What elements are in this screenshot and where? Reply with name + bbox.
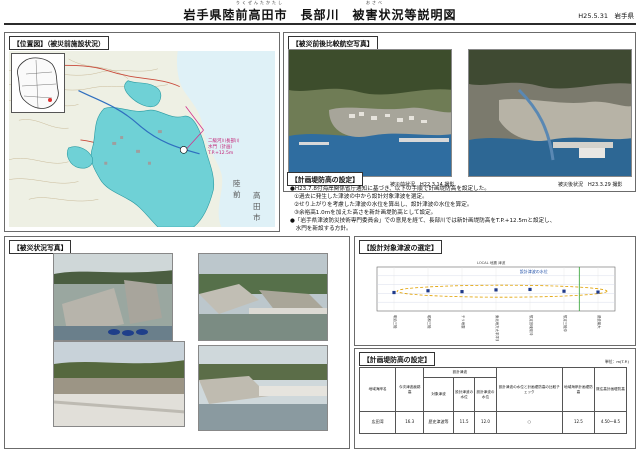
damage-photo-4: [198, 345, 328, 431]
setting-line-5: ●「岩手県津波防災技術専門委員会」での意見を経て、長部川では新計画堤防高をT.P…: [290, 218, 556, 224]
gate-callout-line-2: 水門（計画）: [208, 144, 235, 150]
setting-line-3: ②せり上がりを考慮した津波の水位を算出し、設計津波の水位を算定。: [294, 202, 473, 208]
th-design-level-b: 設計津波の水位: [474, 377, 497, 412]
setting-panel: 【計画堤防高の設定】 ●H23.7.8付海岸関係省庁通知に基づき、以下の手順で計…: [283, 172, 636, 232]
chart-legend-label: 設計津波の水位: [520, 268, 548, 274]
setting-line-1: ●H23.7.8付海岸関係省庁通知に基づき、以下の手順で計画堤防高を設定した。: [290, 186, 490, 192]
dike-height-table: 地域海岸名 今次津波痕跡高 設計津波 設計津波の水位と計画堤防高の比較チェック …: [358, 367, 628, 434]
city-char-3: 高: [253, 191, 261, 200]
cell-level-a: 11.5: [452, 411, 476, 434]
chart-point: [426, 289, 430, 293]
city-char-4: 田: [253, 201, 261, 211]
th-plan-height: 地域海岸計画堤防高: [561, 367, 595, 412]
gate-callout-line-3: T.P.+12.5m: [208, 150, 234, 156]
prefecture-inset-map: [11, 53, 65, 113]
chart-category-label: 想定宮城県沖: [529, 315, 534, 336]
damage-photo-heading: 【被災状況写真】: [9, 240, 72, 254]
ruby-rikuzentakata: りくぜんたかたし: [236, 0, 284, 5]
th-region: 地域海岸名: [358, 367, 397, 412]
tsunami-chart-svg: 設計津波の水位 LOCAL 地震 津波明治三陸 昭和三陸 チリ地震 東北地方太平洋沖 想定…: [376, 260, 616, 343]
chart-point: [460, 290, 464, 294]
cell-existing: 4.50〜8.5: [593, 411, 628, 434]
chart-point: [596, 290, 600, 294]
th-trace-height: 今次津波痕跡高: [395, 367, 425, 412]
location-panel: 【位置図】（被災前施設状況） 二級河川長部川 水門（計画） T.P.+12.5m…: [4, 32, 280, 232]
city-char-1: 陸: [233, 179, 242, 188]
location-map: 二級河川長部川 水門（計画） T.P.+12.5m 陸 前 高 田 市: [9, 51, 275, 227]
chart-panel-heading: 【設計対象津波の選定】: [359, 240, 442, 254]
cell-check: ○: [495, 411, 563, 434]
gate-callout-line-1: 二級河川長部川: [208, 139, 240, 144]
aerial-before-photo: [288, 49, 452, 177]
chart-category-label: 東北地方太平洋沖: [495, 315, 500, 341]
height-panel-heading: 【計画堤防高の設定】: [359, 352, 435, 366]
cell-plan: 12.5: [561, 411, 595, 434]
city-char-5: 市: [253, 212, 261, 222]
chart-category-label: 想定三陸沖: [563, 315, 568, 333]
chart-point: [494, 288, 498, 292]
city-name-vertical: 陸 前: [233, 179, 242, 201]
setting-line-4: ③余裕高1.0mを加えた高さを新計画堤防高として設定。: [294, 210, 437, 216]
tsunami-chart: 設計津波の水位 LOCAL 地震 津波明治三陸 昭和三陸 チリ地震 東北地方太平洋沖 想定…: [361, 253, 629, 343]
location-panel-heading: 【位置図】（被災前施設状況）: [9, 36, 109, 50]
th-check: 設計津波の水位と計画堤防高の比較チェック: [495, 367, 563, 412]
table-unit: 単位：m(T.P.): [604, 359, 629, 364]
document-title: 岩手県陸前高田市 長部川 被害状況等説明図: [183, 8, 457, 22]
ruby-osabe: おさべ: [366, 0, 384, 5]
aerial-after-photo: [468, 49, 632, 177]
chart-category-label: チリ地震: [461, 315, 466, 329]
th-target-tsunami: 対象津波: [423, 377, 454, 412]
height-panel: 【計画堤防高の設定】 単位：m(T.P.) 地域海岸名 今次津波痕跡高 設計津波…: [354, 348, 636, 449]
city-name-vertical-2: 高 田 市: [253, 191, 261, 224]
chart-panel: 【設計対象津波の選定】 設計津波の水位 LOCAL 地震 津波明治三陸 昭和三陸 チリ…: [354, 236, 636, 346]
chart-point: [392, 290, 396, 295]
cell-target: 歴史津波等: [423, 411, 454, 434]
issue-date: H25.5.31 岩手県: [578, 12, 634, 20]
damage-photo-3: [53, 341, 185, 427]
cell-trace: 16.3: [395, 411, 425, 434]
chart-point: [528, 287, 532, 292]
city-char-2: 前: [233, 189, 242, 199]
cell-region: 広田湾: [358, 411, 397, 434]
chart-inner-label: LOCAL 地震 津波: [477, 260, 506, 265]
damage-photo-panel: 【被災状況写真】: [4, 236, 350, 449]
chart-point: [562, 289, 566, 293]
setting-line-6: 水門を新設する方針。: [290, 226, 352, 232]
cell-level-b: 12.0: [474, 411, 497, 434]
th-design-level-a: 設計津波の水位: [452, 377, 476, 412]
damage-photo-1: [53, 253, 173, 341]
chart-category-label: 明治三陸: [393, 315, 398, 329]
setting-line-2: ①過去に発生した津波の中から設計対象津波を選定。: [294, 194, 428, 200]
aerial-panel-heading: 【被災前後比較航空写真】: [288, 36, 378, 50]
th-existing-height: 既往高計画堤防高: [593, 367, 628, 412]
aerial-panel: 【被災前後比較航空写真】 被災前状況 H22.3.14 撮影 被災後状況 H23…: [283, 32, 636, 192]
iwate-outline-icon: [17, 57, 59, 109]
chart-category-label: 昭和三陸: [427, 315, 432, 329]
title-bar: 岩手県陸前高田市 長部川 被害状況等説明図 りくぜんたかたし おさべ H25.5…: [4, 0, 636, 25]
damage-photo-2: [198, 253, 328, 341]
chart-category-label: 過去最大: [597, 315, 602, 329]
gate-callout: 二級河川長部川 水門（計画） T.P.+12.5m: [208, 139, 240, 157]
th-design-group: 設計津波: [423, 367, 497, 378]
